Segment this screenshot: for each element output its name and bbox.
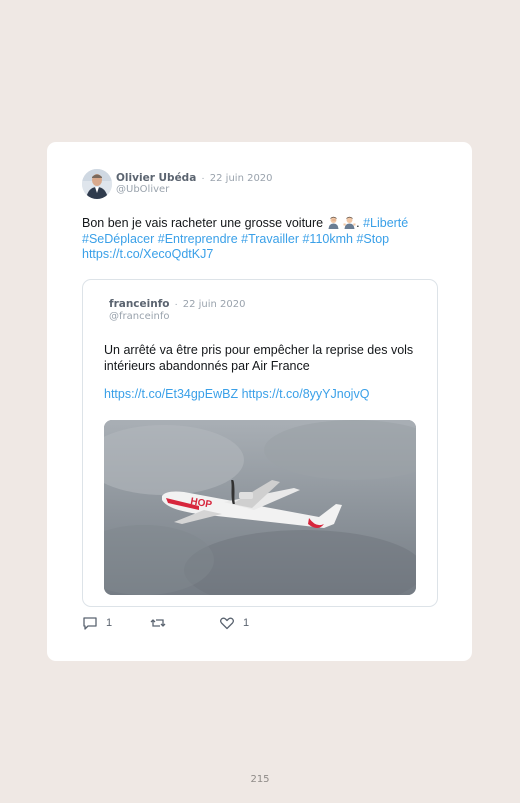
reply-action[interactable]: 1 [82, 615, 112, 631]
tweet-url-link[interactable]: https://t.co/XecoQdtKJ7 [82, 247, 213, 261]
author-name[interactable]: Olivier Ubéda [116, 172, 196, 184]
author-avatar[interactable] [82, 169, 112, 199]
tweet-text: Bon ben je vais racheter une grosse voit… [82, 216, 442, 263]
retweet-icon [150, 619, 166, 627]
quoted-link-2[interactable]: https://t.co/8yyYJnojvQ [242, 387, 370, 401]
tweet-actions: 1 1 [82, 615, 442, 633]
author-handle[interactable]: @UbOliver [116, 184, 169, 195]
tweet-date[interactable]: 22 juin 2020 [210, 173, 273, 184]
avatar-portrait-icon [82, 169, 112, 199]
quoted-tweet-links: https://t.co/Et34gpEwBZ https://t.co/8yy… [104, 387, 369, 401]
tweet-card: Olivier Ubéda · 22 juin 2020 @UbOliver B… [47, 142, 472, 661]
author-line: Olivier Ubéda · 22 juin 2020 [116, 172, 273, 184]
hashtags-link[interactable]: #SeDéplacer #Entreprendre #Travailler #1… [82, 232, 389, 246]
quoted-author-handle[interactable]: @franceinfo [109, 311, 170, 322]
quoted-author-name[interactable]: franceinfo [109, 298, 170, 310]
quoted-tweet-date[interactable]: 22 juin 2020 [183, 299, 246, 310]
man-facepalming-icon [327, 216, 340, 229]
quoted-separator-dot: · [174, 299, 178, 310]
retweet-action[interactable] [150, 615, 174, 631]
separator-dot: · [201, 173, 205, 184]
quoted-author-line: franceinfo · 22 juin 2020 [109, 298, 245, 310]
airplane-photo[interactable]: HOP [104, 420, 416, 595]
like-count: 1 [243, 617, 250, 629]
heart-icon [220, 617, 234, 630]
man-shrugging-icon [343, 216, 356, 229]
page-number: 215 [250, 774, 270, 785]
quoted-link-1[interactable]: https://t.co/Et34gpEwBZ [104, 387, 238, 401]
tweet-text-period: . [356, 216, 360, 230]
hashtag-link[interactable]: #Liberté [363, 216, 408, 230]
quoted-tweet[interactable]: franceinfo · 22 juin 2020 @franceinfo Un… [82, 279, 438, 607]
tweet-text-body: Bon ben je vais racheter une grosse voit… [82, 216, 324, 230]
reply-count: 1 [106, 617, 113, 629]
quoted-tweet-text: Un arrêté va être pris pour empêcher la … [104, 343, 414, 373]
hop-airplane-photo: HOP [104, 420, 416, 595]
like-action[interactable]: 1 [219, 615, 249, 631]
reply-icon [83, 617, 97, 630]
